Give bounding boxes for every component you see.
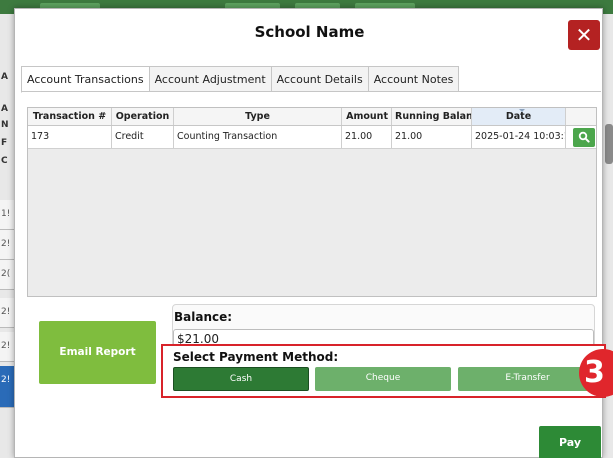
background-row: 2(: [0, 260, 14, 290]
background-row: 2!: [0, 332, 14, 362]
school-account-dialog: School Name ✕ Account Transactions Accou…: [14, 8, 606, 458]
tab-account-transactions[interactable]: Account Transactions: [21, 66, 149, 93]
payment-etransfer-button[interactable]: E-Transfer: [458, 367, 597, 391]
background-row-selected: 2!: [0, 366, 14, 408]
column-header-action: [566, 108, 596, 125]
column-header-amount[interactable]: Amount: [342, 108, 392, 125]
column-header-type[interactable]: Type: [174, 108, 342, 125]
background-label: F: [1, 138, 8, 148]
tab-bar: Account Transactions Account Adjustment …: [21, 66, 460, 93]
background-label: C: [1, 156, 8, 166]
tab-account-details[interactable]: Account Details: [270, 66, 368, 92]
pay-button[interactable]: Pay: [539, 426, 601, 458]
email-report-button[interactable]: Email Report: [39, 321, 156, 384]
cell-amount: 21.00: [342, 126, 392, 148]
step-number-badge: 3: [579, 349, 613, 397]
payment-cheque-button[interactable]: Cheque: [315, 367, 451, 391]
background-row: 2!: [0, 230, 14, 260]
column-header-transaction[interactable]: Transaction #: [28, 108, 112, 125]
cell-type: Counting Transaction: [174, 126, 342, 148]
table-row[interactable]: 173 Credit Counting Transaction 21.00 21…: [28, 126, 596, 149]
table-header: Transaction # Operation Type Amount Runn…: [28, 108, 596, 126]
cell-operation: Credit: [112, 126, 174, 148]
background-label: A: [1, 104, 8, 114]
payment-method-label: Select Payment Method:: [173, 350, 339, 364]
background-row: 1!: [0, 200, 14, 230]
dialog-title: School Name: [254, 23, 365, 41]
background-row: 2!: [0, 298, 14, 328]
tab-account-adjustment[interactable]: Account Adjustment: [148, 66, 271, 92]
background-label: N: [1, 120, 9, 130]
search-icon: [578, 131, 590, 143]
close-button[interactable]: ✕: [568, 20, 600, 50]
column-header-running-balance[interactable]: Running Balance: [392, 108, 472, 125]
balance-label: Balance:: [174, 310, 233, 324]
cell-transaction: 173: [28, 126, 112, 148]
tab-account-notes[interactable]: Account Notes: [367, 66, 460, 92]
column-header-date[interactable]: Date: [472, 108, 566, 125]
background-left-panel: A A N F C 1! 2! 2( 2! 2! 2!: [0, 14, 14, 458]
background-label: A: [1, 72, 8, 82]
cell-running-balance: 21.00: [392, 126, 472, 148]
cell-date: 2025-01-24 10:03:12: [472, 126, 566, 148]
payment-cash-button[interactable]: Cash: [173, 367, 309, 391]
tab-divider: [21, 91, 601, 92]
column-header-operation[interactable]: Operation: [112, 108, 174, 125]
background-scrollbar: [605, 124, 613, 164]
view-transaction-button[interactable]: [573, 128, 595, 147]
transactions-table: Transaction # Operation Type Amount Runn…: [27, 107, 597, 297]
